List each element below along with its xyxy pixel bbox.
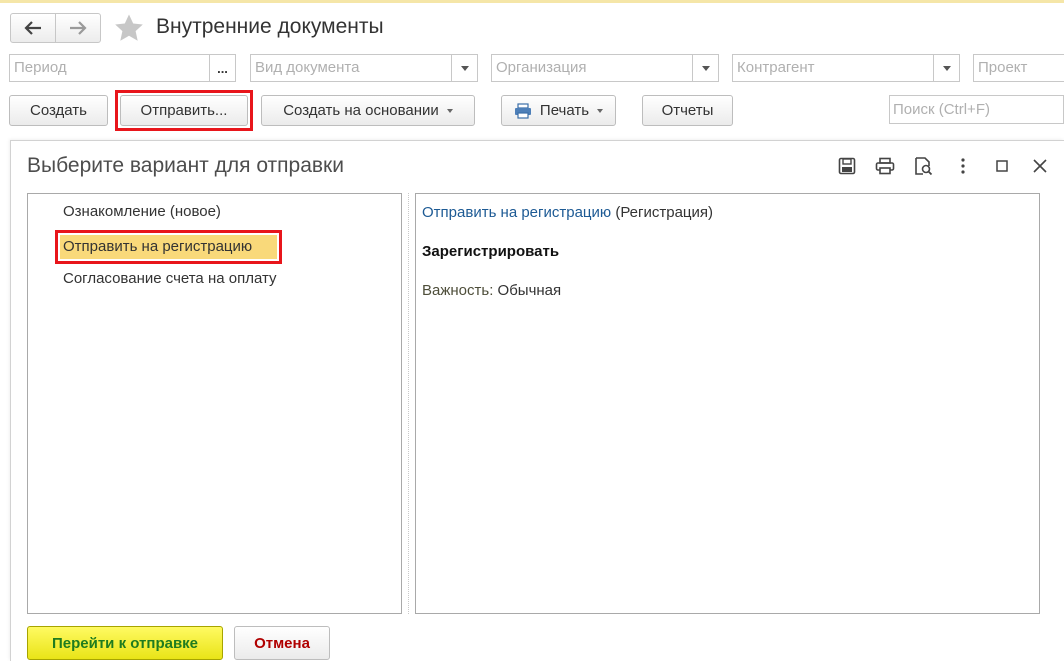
organization-input[interactable]: Организация — [492, 55, 692, 81]
importance-line: Важность: Обычная — [422, 282, 561, 299]
chevron-down-icon — [460, 65, 469, 71]
save-button[interactable] — [835, 154, 859, 178]
process-link[interactable]: Отправить на регистрацию — [422, 204, 611, 221]
project-field[interactable]: Проект — [973, 54, 1064, 82]
maximize-button[interactable] — [990, 154, 1014, 178]
send-label: Отправить... — [140, 102, 228, 119]
send-button[interactable]: Отправить... — [120, 95, 248, 126]
process-line: Отправить на регистрацию (Регистрация) — [422, 204, 713, 221]
printer-icon — [514, 102, 531, 119]
counterparty-field[interactable]: Контрагент — [732, 54, 960, 82]
back-arrow-icon — [24, 21, 41, 35]
preview-icon — [915, 157, 933, 176]
chevron-down-icon — [446, 108, 453, 113]
variant-option-selected[interactable]: Отправить на регистрацию — [55, 230, 282, 264]
send-variant-dialog: Выберите вариант для отправки Ознакомлен… — [10, 140, 1064, 661]
dialog-title: Выберите вариант для отправки — [27, 154, 344, 177]
close-icon — [1033, 159, 1047, 173]
navigation-buttons — [10, 13, 101, 43]
variant-option[interactable]: Согласование счета на оплату — [63, 270, 277, 287]
variant-option[interactable]: Ознакомление (новое) — [63, 203, 221, 220]
forward-button[interactable] — [55, 14, 100, 42]
period-input[interactable]: Период — [10, 55, 209, 81]
organization-field[interactable]: Организация — [491, 54, 719, 82]
chevron-down-icon — [942, 65, 951, 71]
chevron-down-icon — [597, 108, 604, 113]
pane-splitter[interactable] — [408, 193, 409, 614]
counterparty-dropdown[interactable] — [933, 55, 959, 81]
search-input[interactable]: Поиск (Ctrl+F) — [889, 95, 1064, 124]
action-title: Зарегистрировать — [422, 243, 560, 260]
doc-type-dropdown[interactable] — [451, 55, 477, 81]
chevron-down-icon — [701, 65, 710, 71]
create-label: Создать — [29, 102, 87, 119]
save-icon — [838, 157, 856, 175]
reports-label: Отчеты — [661, 102, 714, 119]
organization-dropdown[interactable] — [692, 55, 718, 81]
period-field[interactable]: Период ... — [9, 54, 236, 82]
print-dialog-button[interactable] — [873, 154, 897, 178]
more-icon — [961, 158, 965, 174]
create-based-label: Создать на основании — [283, 102, 439, 119]
importance-value: Обычная — [497, 282, 562, 299]
cancel-button[interactable]: Отмена — [234, 626, 330, 660]
page-title: Внутренние документы — [156, 15, 384, 38]
forward-arrow-icon — [70, 21, 87, 35]
go-to-send-button[interactable]: Перейти к отправке — [27, 626, 223, 660]
create-based-on-button[interactable]: Создать на основании — [261, 95, 475, 126]
print-button[interactable]: Печать — [501, 95, 616, 126]
process-type: (Регистрация) — [615, 204, 714, 221]
printer-icon — [875, 157, 895, 175]
create-button[interactable]: Создать — [9, 95, 108, 126]
counterparty-input[interactable]: Контрагент — [733, 55, 933, 81]
period-select-button[interactable]: ... — [209, 55, 235, 81]
doc-type-input[interactable]: Вид документа — [251, 55, 451, 81]
project-input[interactable]: Проект — [974, 55, 1064, 81]
maximize-icon — [996, 160, 1008, 172]
variant-details: Отправить на регистрацию (Регистрация) З… — [415, 193, 1040, 614]
star-icon[interactable] — [114, 13, 144, 43]
doc-type-field[interactable]: Вид документа — [250, 54, 478, 82]
variant-list: Ознакомление (новое) Отправить на регист… — [27, 193, 402, 614]
top-accent-line — [0, 0, 1064, 3]
importance-label: Важность: — [422, 282, 494, 299]
close-button[interactable] — [1028, 154, 1052, 178]
preview-button[interactable] — [911, 154, 935, 178]
print-label: Печать — [539, 102, 590, 119]
variant-option-label: Отправить на регистрацию — [60, 235, 277, 259]
back-button[interactable] — [11, 14, 55, 42]
reports-button[interactable]: Отчеты — [642, 95, 733, 126]
more-actions-button[interactable] — [951, 154, 975, 178]
